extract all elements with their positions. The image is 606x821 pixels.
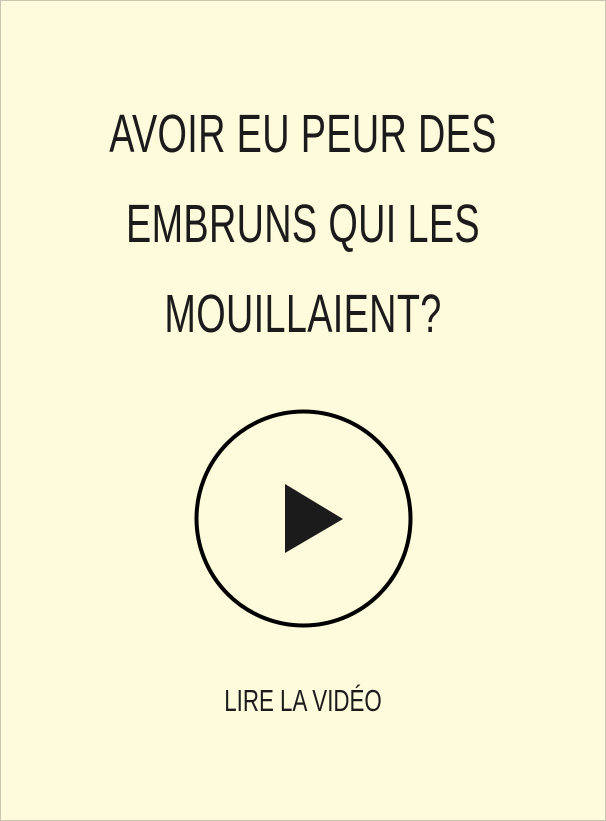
question-headline: AVOIR EU PEUR DES EMBRUNS QUI LES MOUILL…: [92, 89, 515, 359]
headline-line-2: EMBRUNS QUI LES: [126, 194, 480, 254]
play-icon: [194, 409, 413, 628]
play-video-link[interactable]: LIRE LA VIDÉO: [86, 679, 521, 723]
headline-line-1: AVOIR EU PEUR DES: [109, 104, 497, 164]
play-video-button[interactable]: [194, 409, 413, 628]
headline-line-3: MOUILLAIENT?: [164, 284, 442, 344]
video-card: AVOIR EU PEUR DES EMBRUNS QUI LES MOUILL…: [0, 0, 606, 821]
